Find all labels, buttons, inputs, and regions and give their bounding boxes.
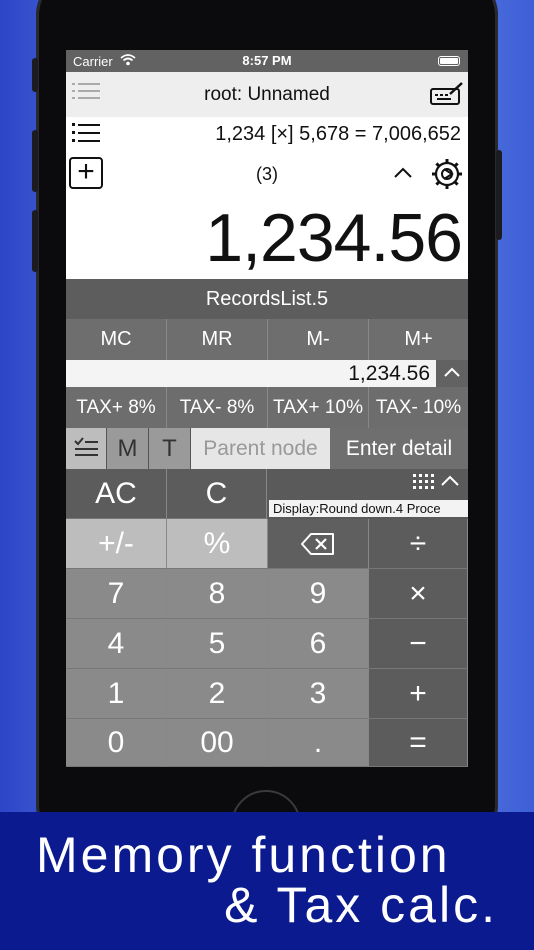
minus-button[interactable]: − [369, 619, 468, 669]
m-minus-button[interactable]: M- [268, 319, 369, 360]
plus-button[interactable]: + [369, 669, 468, 719]
m-plus-button[interactable]: M+ [369, 319, 468, 360]
records-list-label[interactable]: RecordsList.5 [66, 279, 468, 319]
key-2[interactable]: 2 [167, 669, 268, 719]
ac-button[interactable]: AC [66, 469, 167, 519]
calculator-display: 1,234 [×] 5,678 = 7,006,652 + (3) 1,234.… [66, 117, 468, 279]
divide-button[interactable]: ÷ [369, 519, 468, 569]
navigation-bar: root: Unnamed [66, 72, 468, 118]
key-3[interactable]: 3 [268, 669, 369, 719]
tax-minus-8-button[interactable]: TAX- 8% [167, 387, 268, 428]
checklist-icon[interactable] [66, 428, 107, 469]
t-toggle-button[interactable]: T [149, 428, 191, 469]
key-0[interactable]: 0 [66, 719, 167, 767]
c-button[interactable]: C [167, 469, 267, 519]
parent-node-input[interactable]: Parent node [191, 428, 330, 469]
promo-caption: Memory function & Tax calc. [0, 812, 534, 950]
key-00[interactable]: 00 [167, 719, 268, 767]
app-screen: Carrier 8:57 PM root: Unnamed 1,234 [×] … [66, 50, 468, 767]
backspace-icon [301, 532, 334, 555]
keypad-row-4: 1 2 3 + [66, 669, 468, 719]
key-5[interactable]: 5 [167, 619, 268, 669]
equals-button[interactable]: = [369, 719, 468, 767]
keypad-row-5: 0 00 . = [66, 719, 468, 767]
memory-expand-icon[interactable] [436, 360, 468, 387]
plus-minus-button[interactable]: +/- [66, 519, 167, 569]
keypad-row-3: 4 5 6 − [66, 619, 468, 669]
detail-row: M T Parent node Enter detail [66, 428, 468, 469]
enter-detail-button[interactable]: Enter detail [330, 428, 468, 469]
history-formula: 1,234 [×] 5,678 = 7,006,652 [215, 123, 461, 145]
key-6[interactable]: 6 [268, 619, 369, 669]
page-title: root: Unnamed [204, 84, 330, 105]
status-bar: Carrier 8:57 PM [66, 50, 468, 72]
battery-icon [438, 56, 460, 66]
tax-plus-8-button[interactable]: TAX+ 8% [66, 387, 167, 428]
percent-button[interactable]: % [167, 519, 268, 569]
gear-icon[interactable] [430, 157, 464, 196]
memory-value: 1,234.56 [66, 360, 436, 387]
mc-button[interactable]: MC [66, 319, 167, 360]
multiply-button[interactable]: × [369, 569, 468, 619]
tax-minus-10-button[interactable]: TAX- 10% [369, 387, 468, 428]
status-time: 8:57 PM [242, 53, 292, 68]
backspace-button[interactable] [268, 519, 369, 569]
chevron-up-icon[interactable] [392, 162, 414, 188]
decimal-point-button[interactable]: . [268, 719, 369, 767]
volume-up-button [32, 130, 38, 192]
display-settings-text: Display:Round down.4 Proce [269, 500, 468, 517]
keypad-grid-icon[interactable] [413, 474, 435, 495]
key-7[interactable]: 7 [66, 569, 167, 619]
key-1[interactable]: 1 [66, 669, 167, 719]
main-display-value: 1,234.56 [205, 200, 463, 276]
mute-switch [32, 58, 38, 92]
keypad-row-1: +/- % ÷ [66, 519, 468, 569]
m-toggle-button[interactable]: M [107, 428, 149, 469]
power-button [496, 150, 502, 240]
tax-buttons-row: TAX+ 8% TAX- 8% TAX+ 10% TAX- 10% [66, 387, 468, 428]
key-9[interactable]: 9 [268, 569, 369, 619]
history-list-icon[interactable] [72, 120, 102, 151]
mr-button[interactable]: MR [167, 319, 268, 360]
display-settings-strip: Display:Round down.4 Proce [267, 469, 468, 519]
chevron-up-icon[interactable] [440, 473, 460, 494]
tax-plus-10-button[interactable]: TAX+ 10% [268, 387, 369, 428]
key-4[interactable]: 4 [66, 619, 167, 669]
volume-down-button [32, 210, 38, 272]
edit-keyboard-icon[interactable] [430, 82, 464, 111]
key-8[interactable]: 8 [167, 569, 268, 619]
keypad-row-2: 7 8 9 × [66, 569, 468, 619]
memory-buttons-row: MC MR M- M+ [66, 319, 468, 360]
caption-line-2: & Tax calc. [224, 877, 498, 933]
